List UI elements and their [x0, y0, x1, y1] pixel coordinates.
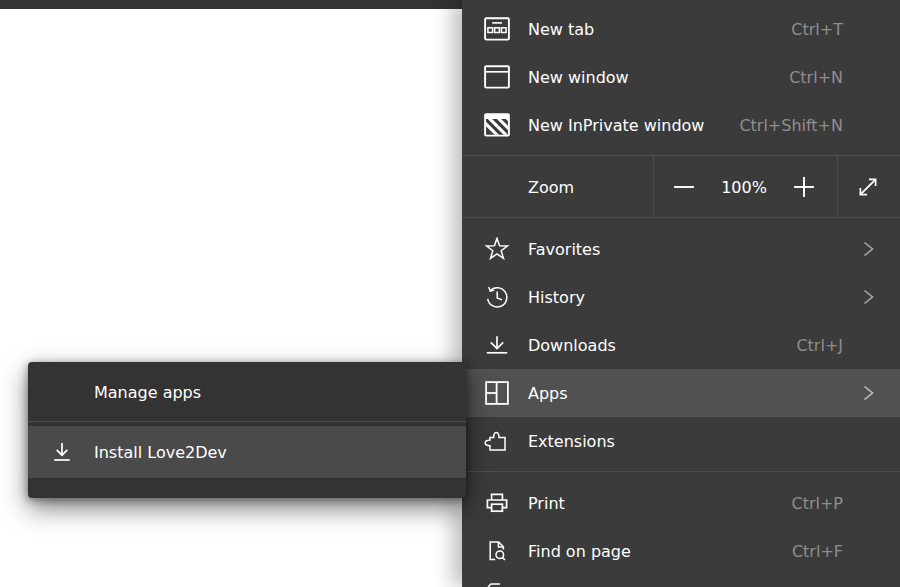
submenu-item-manage-apps[interactable]: Manage apps	[28, 368, 466, 416]
screen: New tab Ctrl+T New window Ctrl+N	[0, 0, 900, 587]
submenu-item-label: Install Love2Dev	[94, 443, 227, 462]
browser-settings-menu: New tab Ctrl+T New window Ctrl+N	[462, 0, 900, 587]
extensions-icon	[484, 429, 510, 453]
zoom-label: Zoom	[528, 178, 574, 197]
print-icon	[484, 491, 510, 515]
new-tab-icon	[484, 17, 510, 41]
new-window-icon	[484, 65, 510, 89]
apps-submenu: Manage apps Install Love2Dev	[28, 362, 466, 498]
history-icon	[484, 285, 510, 309]
zoom-out-icon[interactable]	[672, 175, 696, 199]
apps-icon	[484, 381, 510, 405]
menu-item-label: Find on page	[528, 542, 631, 561]
fullscreen-icon[interactable]	[856, 175, 880, 199]
zoom-in-icon[interactable]	[792, 175, 816, 199]
menu-item-favorites[interactable]: Favorites	[462, 225, 900, 273]
menu-item-shortcut: Ctrl+P	[791, 494, 843, 513]
menu-item-apps[interactable]: Apps	[462, 369, 900, 417]
install-download-icon	[50, 439, 74, 465]
menu-item-find-on-page[interactable]: Find on page Ctrl+F	[462, 527, 900, 575]
menu-item-history[interactable]: History	[462, 273, 900, 321]
menu-item-new-inprivate-window[interactable]: New InPrivate window Ctrl+Shift+N	[462, 101, 900, 149]
menu-item-new-tab[interactable]: New tab Ctrl+T	[462, 5, 900, 53]
zoom-value: 100%	[714, 178, 774, 197]
menu-item-zoom: Zoom 100%	[462, 163, 900, 211]
menu-item-label: Extensions	[528, 432, 615, 451]
inprivate-icon	[484, 113, 510, 137]
chevron-right-icon	[856, 285, 880, 309]
menu-item-print[interactable]: Print Ctrl+P	[462, 479, 900, 527]
menu-item-shortcut: Ctrl+J	[796, 336, 843, 355]
menu-item-downloads[interactable]: Downloads Ctrl+J	[462, 321, 900, 369]
menu-item-label: Print	[528, 494, 565, 513]
menu-item-label: New tab	[528, 20, 594, 39]
favorites-star-icon	[484, 237, 510, 261]
menu-item-label: Apps	[528, 384, 568, 403]
menu-item-label: Favorites	[528, 240, 600, 259]
menu-item-extensions[interactable]: Extensions	[462, 417, 900, 465]
find-on-page-icon	[484, 539, 510, 563]
read-aloud-icon-partial	[487, 583, 505, 587]
menu-item-label: History	[528, 288, 585, 307]
menu-item-shortcut: Ctrl+N	[789, 68, 843, 87]
downloads-icon	[484, 333, 510, 357]
submenu-item-install-love2dev[interactable]: Install Love2Dev	[28, 426, 466, 478]
menu-item-shortcut: Ctrl+Shift+N	[739, 116, 843, 135]
submenu-item-label: Manage apps	[94, 383, 201, 402]
chevron-right-icon	[856, 381, 880, 405]
menu-item-label: New InPrivate window	[528, 116, 704, 135]
submenu-separator	[28, 416, 466, 426]
menu-separator	[462, 211, 900, 225]
chevron-right-icon	[856, 237, 880, 261]
menu-item-shortcut: Ctrl+T	[791, 20, 843, 39]
menu-item-new-window[interactable]: New window Ctrl+N	[462, 53, 900, 101]
zoom-separator	[653, 155, 654, 215]
menu-separator	[462, 465, 900, 479]
menu-item-label: New window	[528, 68, 629, 87]
zoom-separator	[837, 155, 838, 215]
menu-separator	[462, 149, 900, 163]
menu-item-label: Downloads	[528, 336, 616, 355]
menu-item-shortcut: Ctrl+F	[792, 542, 843, 561]
